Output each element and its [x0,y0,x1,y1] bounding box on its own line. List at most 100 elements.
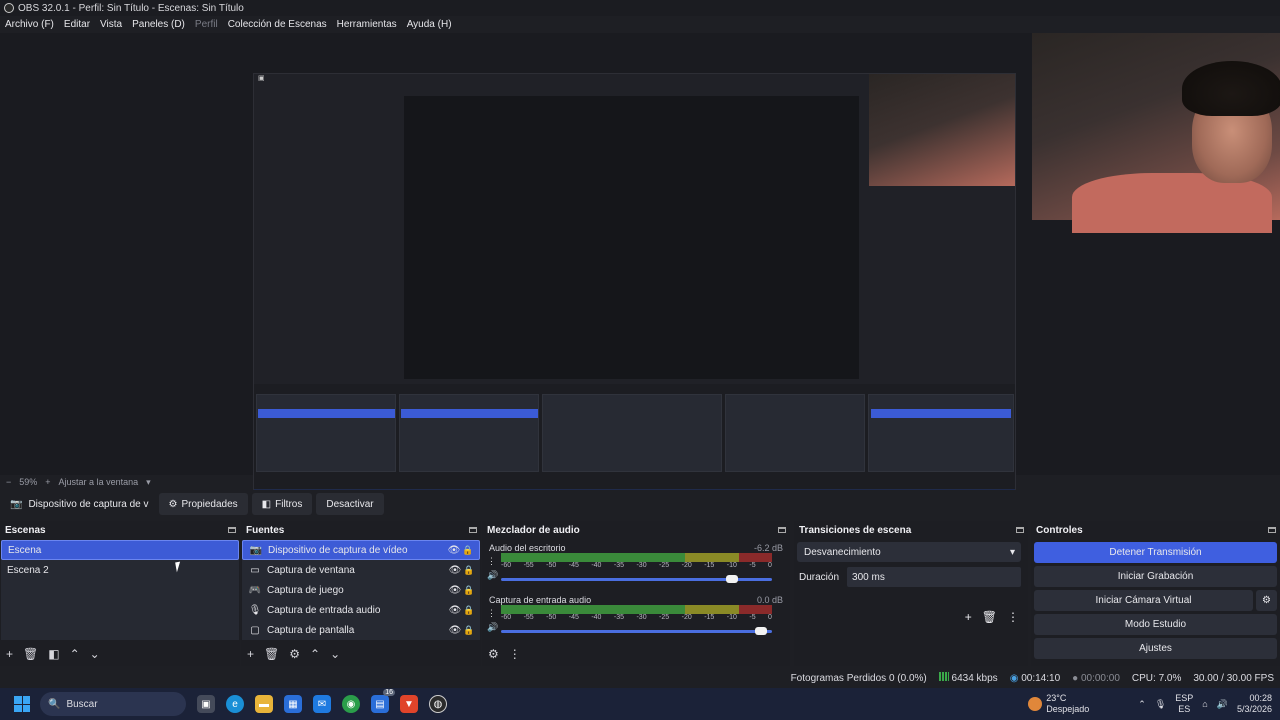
menu-editar[interactable]: Editar [64,19,90,30]
scenes-toolbar: + 🗑 ◧ ⌃ ⌄ [0,642,240,666]
eye-icon[interactable]: 👁 [448,585,462,596]
start-virtual-cam-button[interactable]: Iniciar Cámara Virtual [1034,590,1253,611]
filters-button[interactable]: ◧ Filtros [251,493,313,515]
menu-coleccion-escenas[interactable]: Colección de Escenas [228,19,327,30]
advanced-audio-icon[interactable]: ⚙ [488,647,499,661]
transition-menu-icon[interactable]: ⋮ [1007,610,1019,624]
webcam-feed [1032,33,1280,233]
eye-icon[interactable]: 👁 [448,625,462,636]
scene-item-escena[interactable]: Escena [1,540,239,560]
fit-window-label[interactable]: Ajustar a la ventana [59,477,139,487]
source-item[interactable]: 🎮 Captura de juego 👁 🔒 [242,580,480,600]
add-transition-icon[interactable]: + [965,610,972,624]
gear-icon[interactable]: ⚙ [289,647,300,661]
dock-undock-icon[interactable] [228,527,236,533]
preview-canvas[interactable]: ▣ [0,33,1280,503]
source-item[interactable]: ▭ Captura de ventana 👁 🔒 [242,560,480,580]
tick: -15 [704,614,715,621]
chevron-down-icon[interactable]: ▾ [146,477,151,488]
trash-icon[interactable]: 🗑 [23,647,38,661]
zoom-in-button[interactable]: + [45,477,50,487]
move-up-icon[interactable]: ⌃ [310,647,320,661]
menu-ayuda[interactable]: Ayuda (H) [407,19,452,30]
file-explorer-icon[interactable]: ▬ [255,695,273,713]
duration-input[interactable]: 300 ms [847,567,1021,587]
channel-menu-icon[interactable]: ⋮ 🔊 [487,606,498,634]
nested-sources-panel [399,394,539,472]
language-indicator[interactable]: ESP ES [1175,693,1193,715]
chrome-icon[interactable]: ◉ [342,695,360,713]
volume-slider[interactable] [501,575,772,583]
chevron-up-icon[interactable]: ⌃ [1138,699,1146,710]
start-recording-button[interactable]: Iniciar Grabación [1034,566,1277,587]
channel-menu-icon[interactable]: ⋮ 🔊 [487,554,498,582]
record-time: ● 00:00:00 [1072,673,1120,684]
lang-bottom: ES [1178,704,1191,714]
menu-vista[interactable]: Vista [100,19,122,30]
scene-filters-icon[interactable]: ◧ [48,647,59,661]
add-source-icon[interactable]: + [247,647,254,661]
studio-mode-button[interactable]: Modo Estudio [1034,614,1277,635]
mail-icon[interactable]: ✉ [313,695,331,713]
properties-label: Propiedades [181,498,238,510]
trash-icon[interactable]: 🗑 [982,610,997,624]
scene-item-escena-2[interactable]: Escena 2 [1,560,239,580]
menu-herramientas[interactable]: Herramientas [337,19,397,30]
lock-icon[interactable]: 🔒 [461,545,475,556]
windows-start-icon[interactable] [14,696,30,712]
volume-slider[interactable] [501,627,772,635]
add-scene-icon[interactable]: + [6,647,13,661]
stop-stream-button[interactable]: Detener Transmisión [1034,542,1277,563]
window-icon: ▭ [250,564,260,576]
stream-time: ◉ 00:14:10 [1010,673,1060,684]
task-view-icon[interactable]: ▣ [197,695,215,713]
eye-icon[interactable]: 👁 [448,605,462,616]
weather-widget[interactable]: 23°C Despejado [1028,693,1089,715]
deactivate-button[interactable]: Desactivar [316,493,384,515]
obs-taskbar-icon[interactable]: ◍ [429,695,447,713]
move-up-icon[interactable]: ⌃ [70,647,80,661]
brave-icon[interactable]: ▼ [400,695,418,713]
lock-icon[interactable]: 🔒 [462,565,476,576]
zoom-out-button[interactable]: − [6,477,11,487]
menu-paneles[interactable]: Paneles (D) [132,19,185,30]
settings-button[interactable]: Ajustes [1034,638,1277,659]
tick: -55 [523,562,534,569]
tick: -20 [681,614,692,621]
volume-slider-knob[interactable] [755,627,767,635]
lock-icon[interactable]: 🔒 [462,585,476,596]
properties-button[interactable]: ⚙ Propiedades [158,493,248,515]
volume-slider-knob[interactable] [726,575,738,583]
weather-desc: Despejado [1046,704,1090,714]
lock-icon[interactable]: 🔒 [462,605,476,616]
eye-icon[interactable]: 👁 [447,545,461,556]
dock-undock-icon[interactable] [1016,527,1024,533]
move-down-icon[interactable]: ⌄ [330,647,340,661]
source-item[interactable]: ▢ Captura de pantalla 👁 🔒 [242,620,480,640]
sources-list: 📷 Dispositivo de captura de vídeo 👁 🔒 ▭ … [242,540,480,640]
speaker-icon[interactable]: 🔊 [1217,699,1228,710]
microphone-icon[interactable]: 🎙 [1155,699,1166,710]
move-down-icon[interactable]: ⌄ [90,647,100,661]
menu-archivo[interactable]: Archivo (F) [5,19,54,30]
mixer-menu-icon[interactable]: ⋮ [509,647,521,661]
source-item[interactable]: 🎙 Captura de entrada audio 👁 🔒 [242,600,480,620]
dock-undock-icon[interactable] [1268,527,1276,533]
source-item[interactable]: 📷 Dispositivo de captura de vídeo 👁 🔒 [242,540,480,560]
lock-icon[interactable]: 🔒 [462,625,476,636]
dock-undock-icon[interactable] [778,527,786,533]
transitions-body: Desvanecimiento ▾ Duración 300 ms + 🗑 ⋮ [795,540,1027,666]
trash-icon[interactable]: 🗑 [264,647,279,661]
network-icon[interactable]: ⌂ [1202,699,1207,709]
controls-title: Controles [1036,524,1083,536]
transition-select[interactable]: Desvanecimiento ▾ [797,542,1021,562]
clock[interactable]: 00:28 5/3/2026 [1237,693,1272,715]
store-icon[interactable]: ▦ [284,695,302,713]
eye-icon[interactable]: 👁 [448,565,462,576]
teams-icon[interactable]: ▤ 16 [371,689,395,713]
gear-icon: ⚙ [1262,595,1271,606]
edge-icon[interactable]: e [226,695,244,713]
taskbar-search[interactable]: 🔍 Buscar [40,692,186,716]
virtual-cam-settings-button[interactable]: ⚙ [1256,590,1277,611]
dock-undock-icon[interactable] [469,527,477,533]
